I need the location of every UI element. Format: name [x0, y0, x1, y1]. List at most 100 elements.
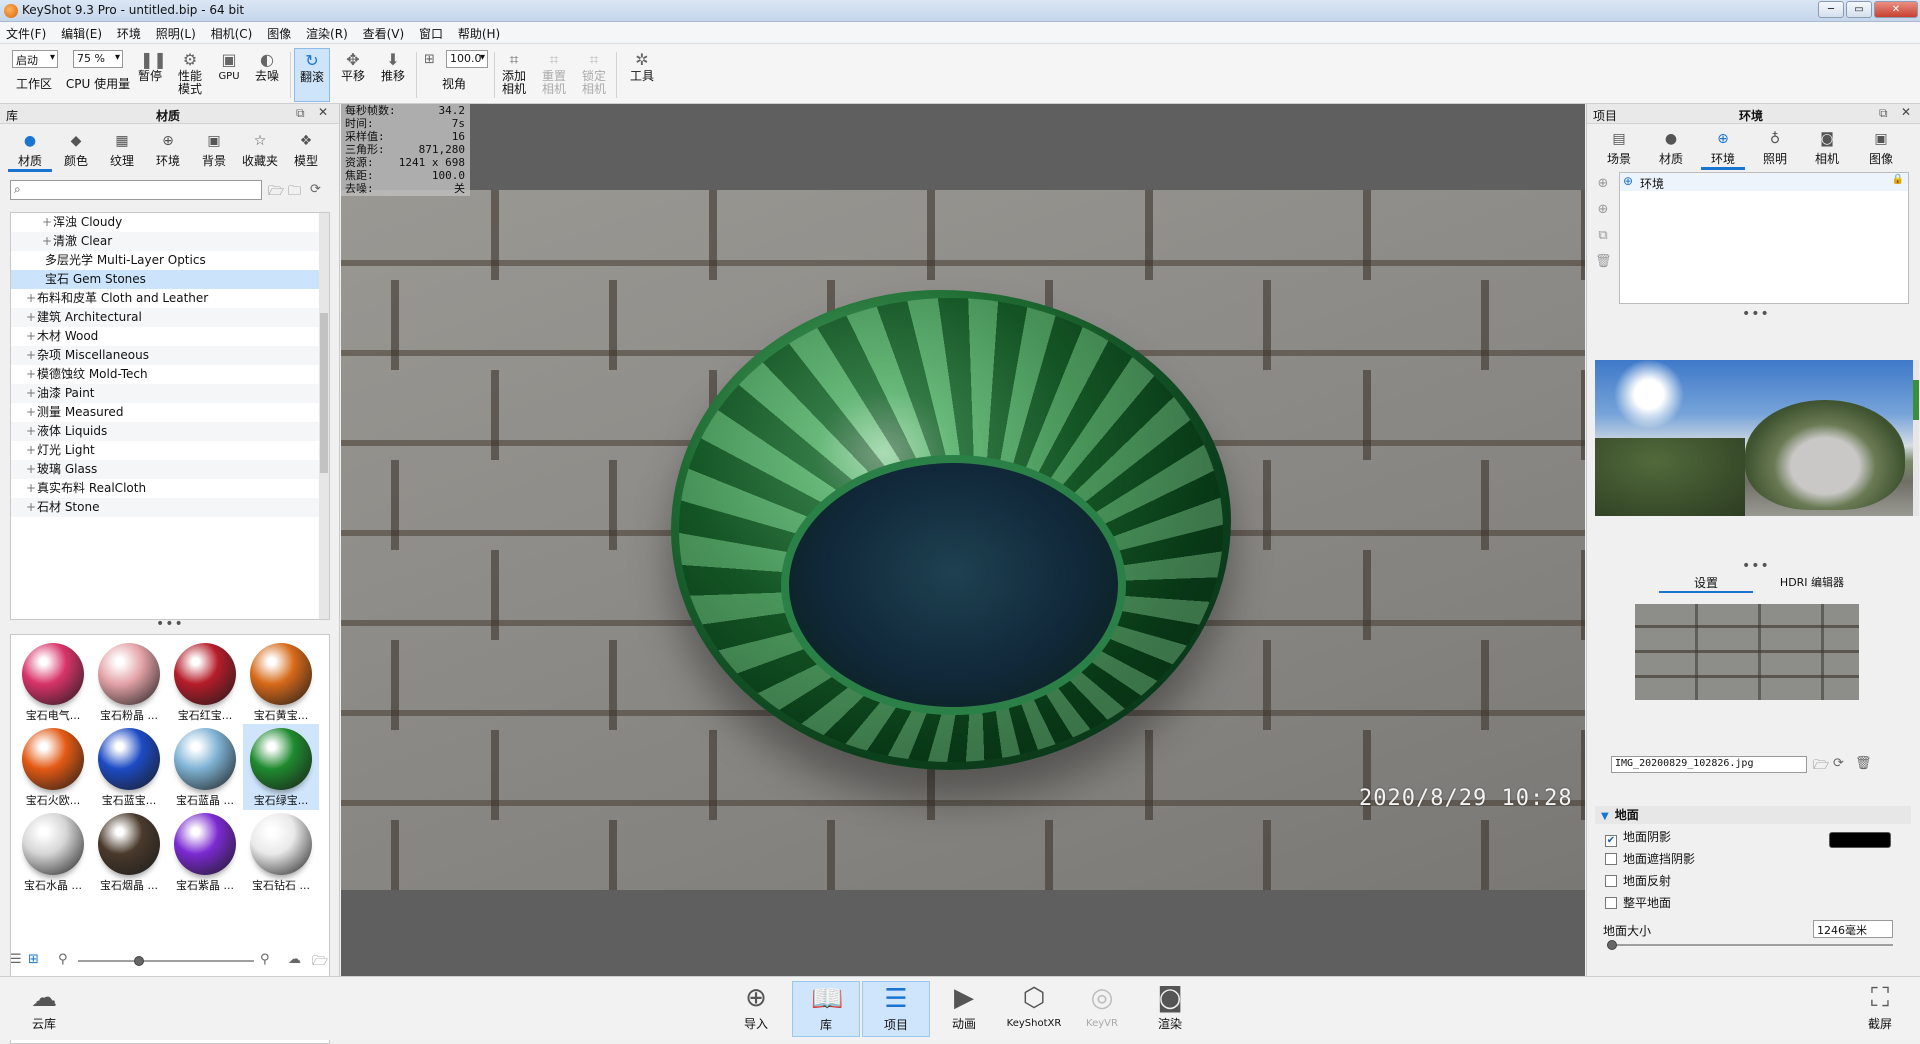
expand-icon[interactable]: + — [25, 498, 37, 517]
scrollbar-thumb[interactable] — [1913, 380, 1919, 420]
render-viewport[interactable]: 2020/8/29 10:28 每秒帧数: 34.2 时间: 7s 采样值: 16 三角形:… — [341, 104, 1585, 976]
cpu-usage-dropdown[interactable]: 75 % — [73, 50, 123, 68]
tab-lighting[interactable]: ♁ 照明 — [1753, 128, 1797, 170]
tree-item[interactable]: +石材 Stone — [11, 498, 329, 517]
material-thumbnail[interactable]: 宝石钻石 ... — [243, 809, 319, 895]
workspace-dropdown[interactable]: 启动 — [12, 50, 58, 68]
field-of-view-input[interactable]: 100.0 — [446, 50, 488, 68]
list-view-icon[interactable]: ☰ — [10, 952, 22, 967]
tree-item[interactable]: +液体 Liquids — [11, 422, 329, 441]
scrollbar-thumb[interactable] — [320, 313, 328, 473]
expand-icon[interactable]: + — [25, 365, 37, 384]
tab-materials[interactable]: ● 材质 — [8, 130, 52, 172]
menu-file[interactable]: 文件(F) — [0, 22, 51, 42]
material-thumbnail[interactable]: 宝石烟晶 ... — [91, 809, 167, 895]
tree-item[interactable]: +玻璃 Glass — [11, 460, 329, 479]
material-thumbnail[interactable]: 宝石水晶 ... — [15, 809, 91, 895]
tab-favorites[interactable]: ☆ 收藏夹 — [238, 130, 282, 172]
import-button[interactable]: ⊕ 导入 — [722, 981, 790, 1037]
dolly-button[interactable]: ⬇ 推移 — [376, 48, 410, 102]
menu-environment[interactable]: 环境 — [111, 22, 146, 42]
expand-icon[interactable]: + — [41, 232, 53, 251]
denoise-button[interactable]: ◐ 去噪 — [250, 48, 284, 102]
performance-mode-button[interactable]: ⚙ 性能 模式 — [172, 48, 208, 102]
tree-item[interactable]: +浑浊 Cloudy — [11, 213, 329, 232]
menu-image[interactable]: 图像 — [261, 22, 296, 42]
expand-icon[interactable]: + — [41, 213, 53, 232]
expand-icon[interactable]: + — [25, 441, 37, 460]
tree-item[interactable]: +布料和皮革 Cloth and Leather — [11, 289, 329, 308]
menu-camera[interactable]: 相机(C) — [205, 22, 258, 42]
tree-item[interactable]: +真实布料 RealCloth — [11, 479, 329, 498]
add-camera-button[interactable]: ⌗ 添加 相机 — [498, 48, 530, 102]
material-thumbnail[interactable]: 宝石蓝晶 ... — [167, 724, 243, 810]
right-panel-scrollbar[interactable] — [1913, 360, 1919, 516]
material-thumbnail[interactable]: 宝石粉晶 ... — [91, 639, 167, 725]
ground-size-slider[interactable] — [1607, 944, 1893, 946]
project-button[interactable]: ☰ 项目 — [862, 981, 930, 1037]
tab-environments[interactable]: ⊕ 环境 — [146, 130, 190, 172]
render-button[interactable]: ◙ 渲染 — [1136, 981, 1204, 1037]
refresh-icon[interactable]: ⟳ — [1833, 756, 1844, 771]
refresh-icon[interactable]: ⟳ — [310, 182, 321, 197]
close-panel-icon[interactable]: ✕ — [1901, 105, 1911, 119]
close-panel-icon[interactable]: ✕ — [318, 105, 328, 119]
tree-item[interactable]: +杂项 Miscellaneous — [11, 346, 329, 365]
zoom-in-icon[interactable]: ⚲ — [260, 952, 270, 967]
keyvr-button[interactable]: ◎ KeyVR — [1068, 981, 1136, 1037]
rendered-scene-image[interactable]: 2020/8/29 10:28 — [341, 190, 1585, 890]
expand-icon[interactable]: + — [25, 460, 37, 479]
tab-colors[interactable]: ◆ 颜色 — [54, 130, 98, 172]
grid-view-icon[interactable]: ⊞ — [28, 952, 39, 967]
tree-item[interactable]: +木材 Wood — [11, 327, 329, 346]
material-thumbnail[interactable]: 宝石紫晶 ... — [167, 809, 243, 895]
tab-backplates[interactable]: ▣ 背景 — [192, 130, 236, 172]
close-button[interactable]: ✕ — [1874, 1, 1918, 18]
green-glass-bowl-model[interactable] — [671, 290, 1231, 770]
tab-environment[interactable]: ⊕ 环境 — [1701, 128, 1745, 170]
material-thumbnail[interactable]: 宝石火欧... — [15, 724, 91, 810]
tab-hdri-editor[interactable]: HDRI 编辑器 — [1759, 574, 1865, 590]
delete-environment-icon[interactable]: 🗑 — [1595, 254, 1612, 270]
folder-open-icon[interactable]: 🗁 — [1813, 756, 1829, 778]
tab-textures[interactable]: ▦ 纹理 — [100, 130, 144, 172]
reset-camera-button[interactable]: ⌗ 重置 相机 — [538, 48, 570, 102]
menu-help[interactable]: 帮助(H) — [452, 22, 505, 42]
library-search-input[interactable]: ⌕ — [10, 180, 262, 200]
expand-icon[interactable]: + — [25, 403, 37, 422]
expand-icon[interactable]: + — [25, 479, 37, 498]
menu-lighting[interactable]: 照明(L) — [150, 22, 201, 42]
hdri-preview-image[interactable] — [1595, 360, 1913, 516]
tree-item[interactable]: +测量 Measured — [11, 403, 329, 422]
delete-icon[interactable]: 🗑 — [1855, 756, 1872, 771]
material-thumbnail[interactable]: 宝石蓝宝... — [91, 724, 167, 810]
tools-button[interactable]: ✲ 工具 — [622, 48, 662, 102]
tree-item[interactable]: +建筑 Architectural — [11, 308, 329, 327]
ground-size-input[interactable]: 1246毫米 — [1813, 920, 1893, 938]
screenshot-button[interactable]: ⛶ 截屏 — [1846, 981, 1914, 1037]
lock-icon[interactable]: 🔒 — [1892, 174, 1904, 185]
ground-occlusion-checkbox[interactable]: 地面遮挡阴影 — [1605, 852, 1695, 866]
expand-icon[interactable]: + — [25, 422, 37, 441]
ground-size-slider-knob[interactable] — [1607, 940, 1617, 950]
tree-scrollbar[interactable] — [319, 213, 329, 619]
lock-camera-button[interactable]: ⌗ 锁定 相机 — [578, 48, 610, 102]
library-settings-icon[interactable]: 🗁 — [312, 952, 328, 974]
duplicate-environment-icon[interactable]: ⊕ — [1595, 202, 1611, 218]
keyshotxr-button[interactable]: ⬡ KeyShotXR — [1000, 981, 1068, 1037]
tab-material[interactable]: ● 材质 — [1649, 128, 1693, 170]
float-panel-icon[interactable]: ⧉ — [1879, 106, 1888, 121]
splitter-handle-icon[interactable]: ••• — [156, 617, 184, 631]
folder-open-icon[interactable]: 🗁 — [268, 182, 284, 204]
minimize-button[interactable]: ─ — [1818, 1, 1844, 18]
expand-icon[interactable]: + — [25, 308, 37, 327]
pause-button[interactable]: ❚❚ 暂停 — [134, 48, 167, 102]
add-environment-icon[interactable]: ⊕ — [1595, 176, 1611, 192]
tree-item[interactable]: 多层光学 Multi-Layer Optics — [11, 251, 329, 270]
menu-render[interactable]: 渲染(R) — [300, 22, 353, 42]
material-thumbnail[interactable]: 宝石黄宝... — [243, 639, 319, 725]
folder-add-icon[interactable]: 🗀 — [288, 182, 301, 204]
tree-item[interactable]: +灯光 Light — [11, 441, 329, 460]
flatten-ground-checkbox[interactable]: 整平地面 — [1605, 896, 1671, 910]
tree-item[interactable]: 宝石 Gem Stones — [11, 270, 329, 289]
